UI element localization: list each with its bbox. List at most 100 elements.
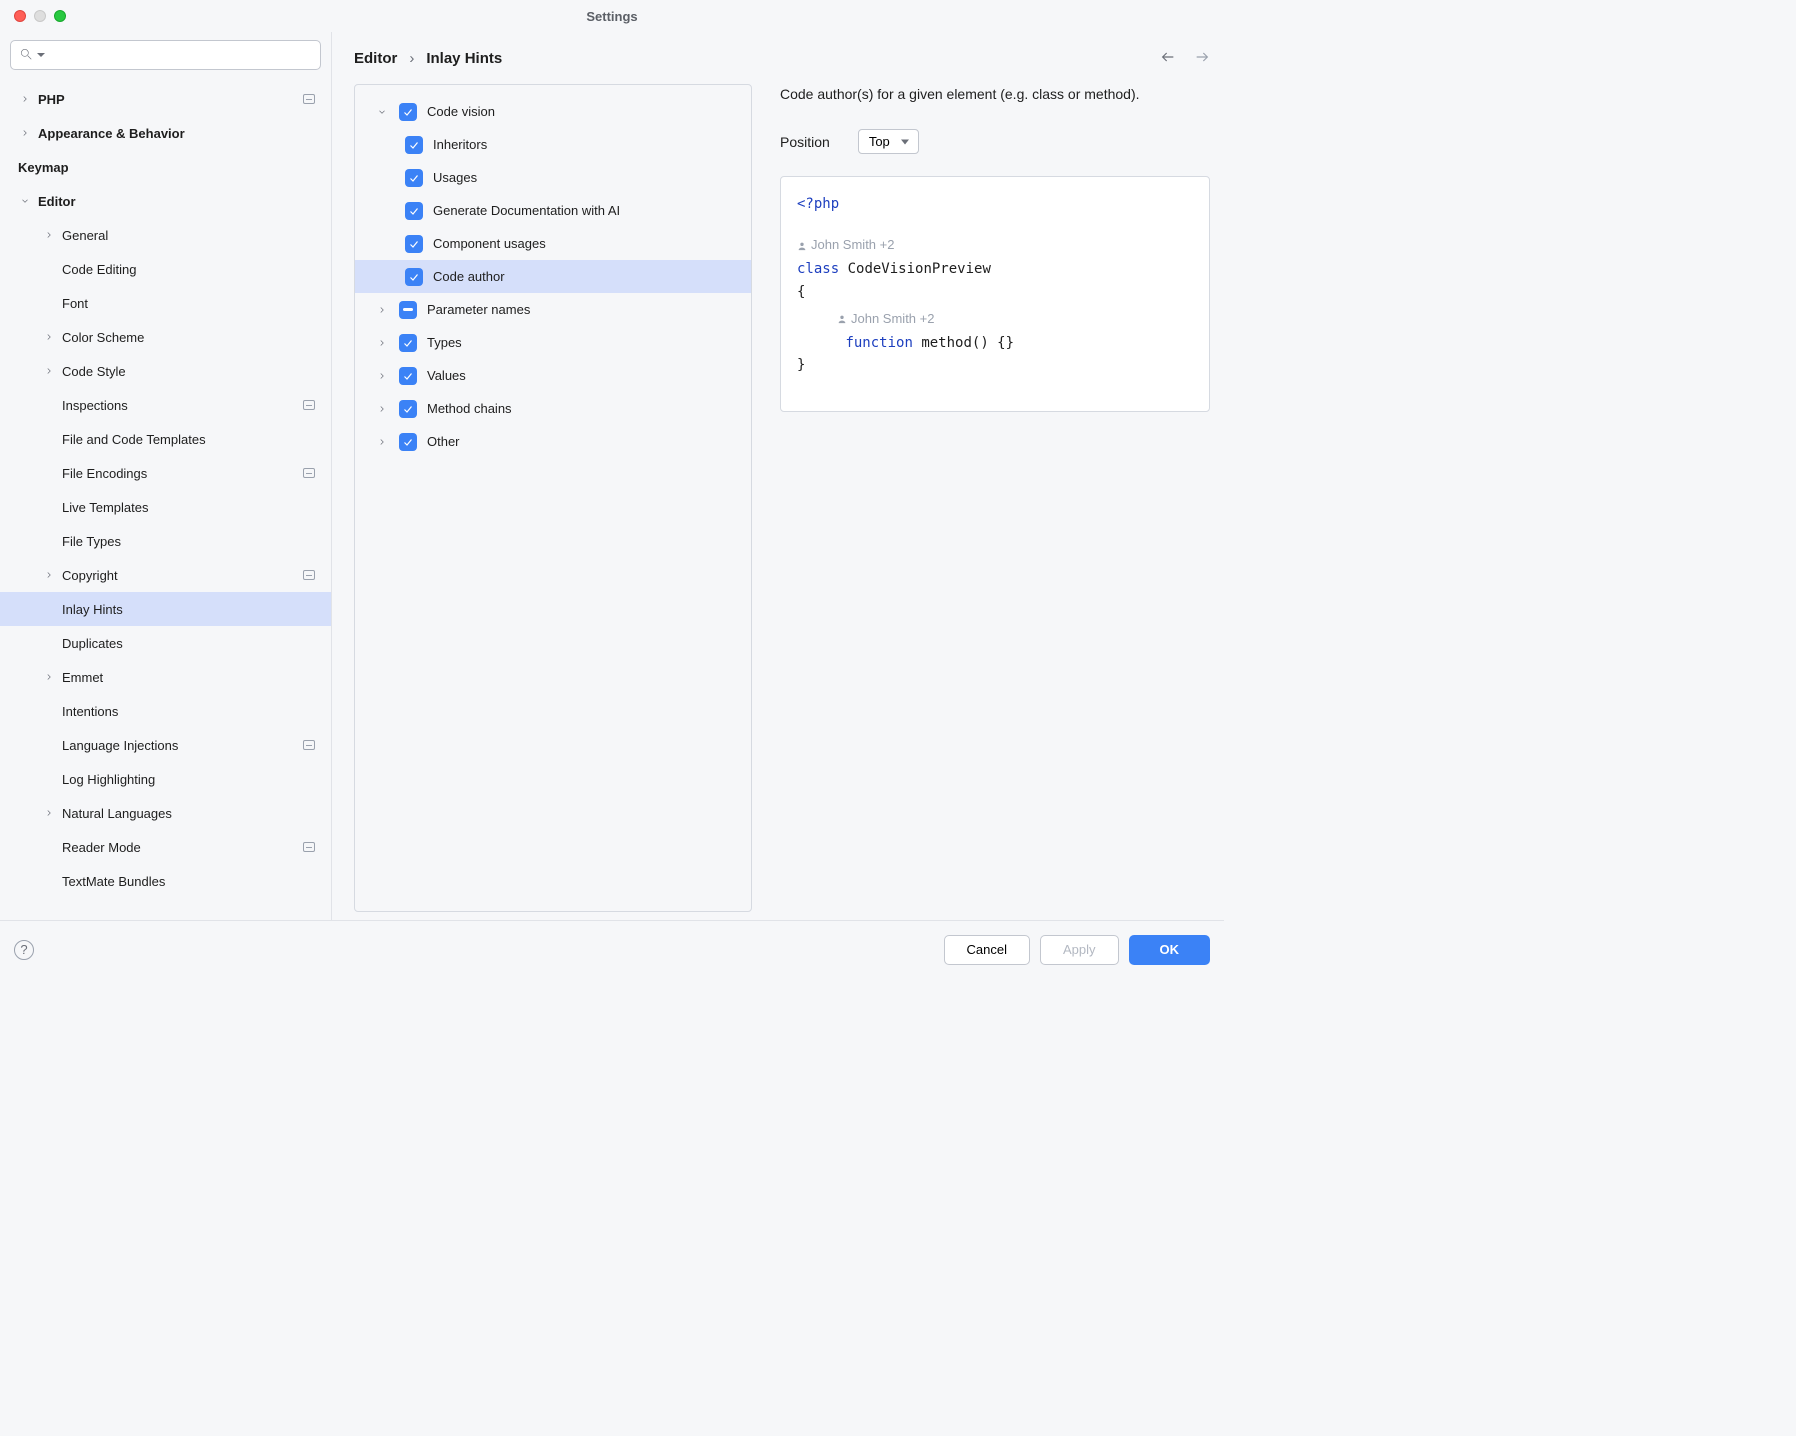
checkbox-checked[interactable] [399, 433, 417, 451]
checkbox-checked[interactable] [399, 400, 417, 418]
chevron-right-icon[interactable] [42, 364, 56, 378]
sidebar-item-label: Color Scheme [62, 330, 144, 345]
chevron-right-icon[interactable] [42, 670, 56, 684]
sidebar-item[interactable]: File and Code Templates [0, 422, 331, 456]
position-combobox[interactable]: Top [858, 129, 919, 154]
sidebar-item[interactable]: Editor [0, 184, 331, 218]
sidebar-item[interactable]: Language Injections [0, 728, 331, 762]
settings-window: Settings PHPAppearance & BehaviorKeymapE… [0, 0, 1224, 978]
checkbox-indeterminate[interactable] [399, 301, 417, 319]
inlay-hints-tree[interactable]: Code vision InheritorsUsagesGenerate Docu… [354, 84, 752, 912]
sidebar-item[interactable]: Log Highlighting [0, 762, 331, 796]
hint-tree-item[interactable]: Method chains [355, 392, 751, 425]
checkbox-checked[interactable] [405, 169, 423, 187]
function-signature: method() {} [921, 335, 1014, 351]
search-input[interactable] [51, 48, 312, 63]
sidebar-item[interactable]: Code Style [0, 354, 331, 388]
chevron-down-icon[interactable] [375, 105, 389, 119]
sidebar-item-label: Language Injections [62, 738, 178, 753]
hint-tree-item[interactable]: Parameter names [355, 293, 751, 326]
checkbox-checked[interactable] [405, 268, 423, 286]
chevron-right-icon[interactable] [42, 330, 56, 344]
sidebar-item[interactable]: Inspections [0, 388, 331, 422]
sidebar-item[interactable]: General [0, 218, 331, 252]
hint-tree-item[interactable]: Code author [355, 260, 751, 293]
checkbox-checked[interactable] [399, 103, 417, 121]
code-preview: <?php John Smith +2 class CodeVisionPrev… [780, 176, 1210, 412]
sidebar-item-label: Intentions [62, 704, 118, 719]
search-options-icon[interactable] [37, 53, 45, 57]
sidebar-item[interactable]: Code Editing [0, 252, 331, 286]
sidebar-item[interactable]: PHP [0, 82, 331, 116]
search-box[interactable] [10, 40, 321, 70]
breadcrumb-current: Inlay Hints [426, 50, 502, 67]
hint-tree-label: Method chains [427, 401, 512, 416]
window-title: Settings [0, 9, 1224, 24]
chevron-down-icon[interactable] [18, 194, 32, 208]
sidebar-item-label: Natural Languages [62, 806, 172, 821]
chevron-right-icon[interactable] [18, 126, 32, 140]
chevron-right-icon[interactable] [42, 228, 56, 242]
class-keyword: class [797, 261, 839, 277]
hint-tree-item[interactable]: Usages [355, 161, 751, 194]
chevron-right-icon[interactable] [375, 435, 389, 449]
checkbox-checked[interactable] [405, 235, 423, 253]
back-arrow-icon[interactable] [1160, 49, 1176, 68]
search-icon [19, 47, 33, 64]
chevron-right-icon[interactable] [375, 369, 389, 383]
sidebar-item[interactable]: Color Scheme [0, 320, 331, 354]
project-scope-icon [303, 570, 315, 580]
checkbox-checked[interactable] [405, 202, 423, 220]
sidebar-item-label: Editor [38, 194, 76, 209]
sidebar-item-label: TextMate Bundles [62, 874, 165, 889]
main-panel: Editor › Inlay Hints Code visionInherito… [332, 32, 1224, 920]
hint-tree-item[interactable]: Code vision [355, 95, 751, 128]
sidebar-item[interactable]: Duplicates [0, 626, 331, 660]
sidebar-item[interactable]: Keymap [0, 150, 331, 184]
position-select[interactable]: Top [858, 129, 919, 154]
sidebar-item[interactable]: TextMate Bundles [0, 864, 331, 898]
cancel-button[interactable]: Cancel [944, 935, 1030, 965]
hint-tree-item[interactable]: Inheritors [355, 128, 751, 161]
sidebar-item[interactable]: Emmet [0, 660, 331, 694]
help-icon[interactable]: ? [14, 940, 34, 960]
checkbox-checked[interactable] [405, 136, 423, 154]
inlay-hint-detail: Code author(s) for a given element (e.g.… [780, 84, 1210, 912]
sidebar-item[interactable]: Live Templates [0, 490, 331, 524]
hint-tree-item[interactable]: Other [355, 425, 751, 458]
sidebar-item[interactable]: Copyright [0, 558, 331, 592]
chevron-right-icon[interactable] [375, 402, 389, 416]
chevron-right-icon[interactable] [42, 806, 56, 820]
sidebar-item-label: Log Highlighting [62, 772, 155, 787]
sidebar-item[interactable]: Font [0, 286, 331, 320]
apply-button[interactable]: Apply [1040, 935, 1119, 965]
sidebar-item[interactable]: Inlay Hints [0, 592, 331, 626]
chevron-right-icon[interactable] [375, 336, 389, 350]
chevron-right-icon[interactable] [42, 568, 56, 582]
sidebar-item[interactable]: Reader Mode [0, 830, 331, 864]
hint-tree-label: Code vision [427, 104, 495, 119]
hint-tree-item[interactable]: Types [355, 326, 751, 359]
sidebar-item[interactable]: Natural Languages [0, 796, 331, 830]
sidebar-item-label: General [62, 228, 108, 243]
checkbox-checked[interactable] [399, 367, 417, 385]
chevron-right-icon[interactable] [18, 92, 32, 106]
brace-close: } [797, 357, 805, 373]
sidebar-item[interactable]: Appearance & Behavior [0, 116, 331, 150]
sidebar-item-label: Duplicates [62, 636, 123, 651]
sidebar-item[interactable]: File Encodings [0, 456, 331, 490]
dialog-footer: ? Cancel Apply OK [0, 920, 1224, 978]
checkbox-checked[interactable] [399, 334, 417, 352]
code-author-hint: John Smith +2 [797, 309, 934, 330]
hint-tree-label: Component usages [433, 236, 546, 251]
sidebar-item[interactable]: File Types [0, 524, 331, 558]
project-scope-icon [303, 842, 315, 852]
hint-tree-item[interactable]: Values [355, 359, 751, 392]
hint-tree-item[interactable]: Component usages [355, 227, 751, 260]
ok-button[interactable]: OK [1129, 935, 1211, 965]
chevron-right-icon[interactable] [375, 303, 389, 317]
hint-tree-item[interactable]: Generate Documentation with AI [355, 194, 751, 227]
sidebar-item[interactable]: Intentions [0, 694, 331, 728]
sidebar-item-label: Reader Mode [62, 840, 141, 855]
settings-tree[interactable]: PHPAppearance & BehaviorKeymap Editor Gene… [0, 78, 331, 920]
